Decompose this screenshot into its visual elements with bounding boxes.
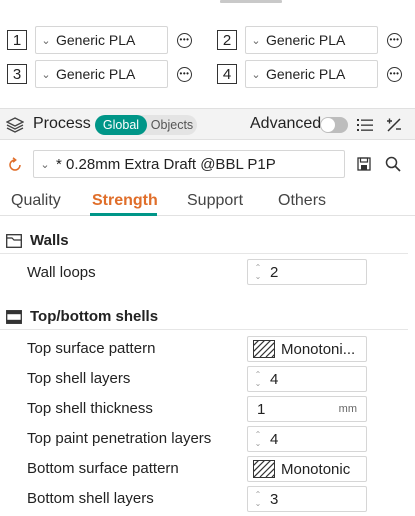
more-options-icon[interactable]: ••• (387, 32, 402, 48)
top-shell-thickness-input[interactable]: 1 mm (247, 396, 367, 422)
bottom-surface-pattern-label: Bottom surface pattern (27, 460, 179, 477)
bottom-shell-layers-value: 3 (270, 490, 279, 508)
walls-icon (6, 233, 22, 248)
process-header: Process Global Objects Advanced (0, 108, 415, 140)
top-surface-pattern-label: Top surface pattern (27, 340, 156, 357)
bottom-surface-pattern-value: Monotonic (281, 460, 351, 478)
filament-slot-2: 2 ⌄ Generic PLA ••• (217, 26, 402, 54)
monotonic-pattern-icon (251, 338, 277, 358)
top-shell-layers-value: 4 (270, 370, 279, 388)
chevron-down-icon: ⌄ (251, 34, 261, 47)
spinner-arrows-icon[interactable]: ⌃ ⌄ (248, 490, 268, 508)
filament-slot-1: 1 ⌄ Generic PLA ••• (7, 26, 192, 54)
chevron-down-icon: ⌄ (251, 68, 261, 81)
filament-select[interactable]: ⌄ Generic PLA (245, 26, 378, 54)
unit-label: mm (338, 403, 357, 415)
list-icon[interactable] (357, 117, 373, 133)
advanced-label: Advanced (250, 115, 322, 132)
filament-slot-4: 4 ⌄ Generic PLA ••• (217, 60, 402, 88)
scope-objects-option[interactable]: Objects (148, 115, 196, 135)
wall-loops-spinner[interactable]: ⌃ ⌄ 2 (247, 259, 367, 285)
shells-icon (6, 309, 22, 324)
bottom-shell-layers-label: Bottom shell layers (27, 490, 154, 507)
top-surface-pattern-select[interactable]: Monotoni... (247, 336, 367, 362)
compare-settings-icon[interactable] (385, 116, 403, 134)
save-icon[interactable] (356, 156, 372, 172)
top-shell-layers-label: Top shell layers (27, 370, 131, 387)
layers-icon (5, 117, 25, 138)
filament-select[interactable]: ⌄ Generic PLA (35, 60, 168, 88)
chevron-down-icon: ⌄ (41, 68, 51, 81)
filament-name: Generic PLA (56, 66, 136, 82)
filament-name: Generic PLA (56, 32, 136, 48)
top-shell-thickness-value: 1 (257, 400, 266, 418)
section-divider (0, 253, 408, 254)
spinner-arrows-icon[interactable]: ⌃ ⌄ (248, 370, 268, 388)
slot-number: 1 (7, 30, 27, 50)
filament-select[interactable]: ⌄ Generic PLA (245, 60, 378, 88)
top-shell-layers-spinner[interactable]: ⌃ ⌄ 4 (247, 366, 367, 392)
top-paint-penetration-spinner[interactable]: ⌃ ⌄ 4 (247, 426, 367, 452)
spinner-arrows-icon[interactable]: ⌃ ⌄ (248, 263, 268, 281)
section-divider (0, 329, 408, 330)
walls-section-heading: Walls (6, 232, 69, 249)
top-shell-thickness-label: Top shell thickness (27, 400, 153, 417)
tab-strength[interactable]: Strength (92, 192, 158, 210)
active-tab-indicator (90, 213, 157, 216)
scope-toggle[interactable]: Global Objects (95, 115, 197, 135)
monotonic-pattern-icon (251, 458, 277, 478)
preset-name: * 0.28mm Extra Draft @BBL P1P (56, 155, 276, 173)
search-icon[interactable] (384, 155, 402, 173)
chevron-down-icon: ⌄ (40, 158, 50, 171)
section-title: Walls (30, 232, 69, 249)
tab-others[interactable]: Others (278, 192, 326, 210)
scope-global-option[interactable]: Global (95, 115, 147, 135)
filament-slot-3: 3 ⌄ Generic PLA ••• (7, 60, 192, 88)
process-preset-select[interactable]: ⌄ * 0.28mm Extra Draft @BBL P1P (33, 150, 345, 178)
process-title: Process (33, 115, 91, 132)
shells-section-heading: Top/bottom shells (6, 308, 158, 325)
slot-number: 2 (217, 30, 237, 50)
slot-number: 3 (7, 64, 27, 84)
settings-tabs: Quality Strength Support Others (0, 188, 415, 216)
slot-number: 4 (217, 64, 237, 84)
bottom-shell-layers-spinner[interactable]: ⌃ ⌄ 3 (247, 486, 367, 512)
filament-name: Generic PLA (266, 32, 346, 48)
bottom-surface-pattern-select[interactable]: Monotonic (247, 456, 367, 482)
advanced-switch[interactable] (320, 117, 348, 133)
tab-quality[interactable]: Quality (11, 192, 61, 210)
spinner-arrows-icon[interactable]: ⌃ ⌄ (248, 430, 268, 448)
preset-row: ⌄ * 0.28mm Extra Draft @BBL P1P (0, 148, 415, 180)
more-options-icon[interactable]: ••• (387, 66, 402, 82)
section-title: Top/bottom shells (30, 308, 159, 325)
filament-select[interactable]: ⌄ Generic PLA (35, 26, 168, 54)
wall-loops-value: 2 (270, 263, 279, 281)
more-options-icon[interactable]: ••• (177, 32, 192, 48)
wall-loops-label: Wall loops (27, 264, 96, 281)
tab-support[interactable]: Support (187, 192, 243, 210)
filament-name: Generic PLA (266, 66, 346, 82)
chevron-down-icon: ⌄ (41, 34, 51, 47)
top-paint-penetration-value: 4 (270, 430, 279, 448)
top-scrollbar-fragment (220, 0, 282, 3)
more-options-icon[interactable]: ••• (177, 66, 192, 82)
top-surface-pattern-value: Monotoni... (281, 340, 356, 358)
reset-icon[interactable] (7, 157, 23, 173)
top-paint-penetration-label: Top paint penetration layers (27, 430, 212, 447)
